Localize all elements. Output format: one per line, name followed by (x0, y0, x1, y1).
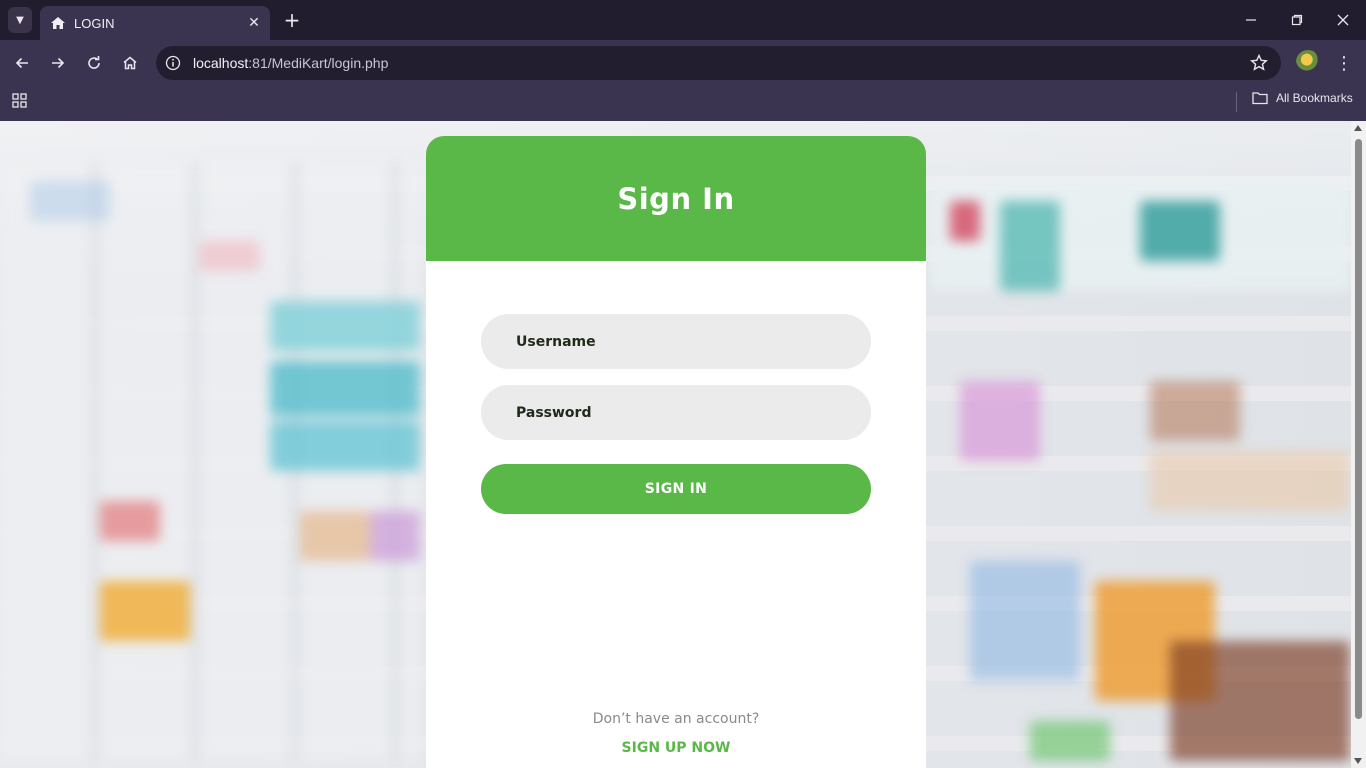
page-title: Sign In (617, 181, 735, 216)
scrollbar-thumb[interactable] (1355, 139, 1362, 719)
tab-title: LOGIN (74, 15, 115, 31)
folder-icon (1252, 92, 1268, 105)
url-host: localhost (193, 55, 249, 71)
close-window-icon[interactable] (1320, 6, 1366, 34)
bookmarks-divider (1236, 92, 1237, 112)
no-account-text: Don’t have an account? (592, 711, 760, 727)
bookmarks-bar: All Bookmarks (0, 86, 1366, 121)
url-text: localhost:81/MediKart/login.php (193, 55, 388, 71)
minimize-icon[interactable] (1228, 6, 1274, 34)
tab-search-chevron-down-icon[interactable]: ▼ (8, 7, 32, 33)
home-icon[interactable] (117, 50, 143, 76)
sign-in-button[interactable]: SIGN IN (481, 464, 871, 514)
avatar[interactable] (1296, 50, 1320, 74)
browser-toolbar: localhost:81/MediKart/login.php ⋮ (0, 40, 1366, 86)
bookmark-star-icon[interactable] (1249, 53, 1269, 73)
back-arrow-icon[interactable] (9, 50, 35, 76)
page-viewport: Sign In SIGN IN Don’t have an account? S… (0, 121, 1351, 768)
reload-icon[interactable] (81, 50, 107, 76)
url-path: :81/MediKart/login.php (248, 55, 389, 71)
home-icon (51, 17, 65, 29)
login-card-header: Sign In (426, 136, 926, 261)
scroll-down-arrow-icon[interactable] (1354, 758, 1362, 764)
address-bar[interactable]: localhost:81/MediKart/login.php (156, 46, 1281, 80)
all-bookmarks-label: All Bookmarks (1276, 91, 1353, 105)
login-card: Sign In SIGN IN Don’t have an account? S… (426, 136, 926, 768)
restore-icon[interactable] (1274, 6, 1320, 34)
new-tab-plus-icon[interactable]: + (281, 8, 303, 32)
username-input[interactable] (481, 314, 871, 369)
info-icon[interactable] (162, 52, 184, 74)
tab-close-icon[interactable]: ✕ (242, 11, 266, 35)
browser-tab[interactable]: LOGIN ✕ (40, 6, 270, 40)
forward-arrow-icon[interactable] (45, 50, 71, 76)
more-vertical-icon[interactable]: ⋮ (1334, 50, 1354, 76)
sign-up-link[interactable]: SIGN UP NOW (426, 740, 926, 756)
apps-grid-icon[interactable] (11, 92, 29, 110)
tab-strip: ▼ LOGIN ✕ + (0, 0, 1366, 40)
scroll-up-arrow-icon[interactable] (1354, 125, 1362, 131)
password-input[interactable] (481, 385, 871, 440)
page-scrollbar[interactable] (1351, 121, 1366, 768)
all-bookmarks-button[interactable]: All Bookmarks (1252, 91, 1353, 105)
